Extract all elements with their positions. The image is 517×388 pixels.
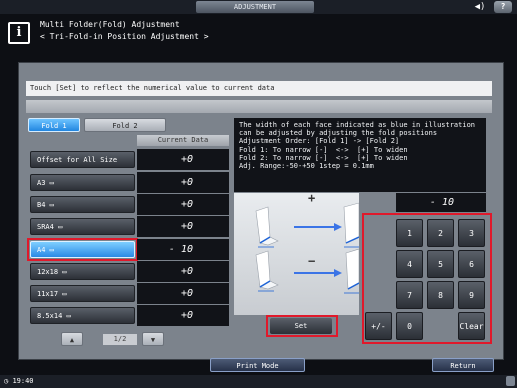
key-3[interactable]: 3 bbox=[458, 219, 485, 247]
current-value: +0 bbox=[137, 216, 229, 237]
page-up-button[interactable]: ▲ bbox=[61, 332, 83, 346]
size-button-offset-all[interactable]: Offset for All Size bbox=[30, 151, 135, 168]
clock-time: 19:40 bbox=[12, 377, 34, 385]
size-button-a4[interactable]: A4 ▭ bbox=[30, 241, 135, 258]
description-line: can be adjusted by adjusting the fold po… bbox=[239, 129, 438, 138]
clock: ◷ 19:40 bbox=[4, 376, 34, 387]
paper-landscape-icon: ▭ bbox=[58, 268, 67, 276]
instruction-text: Touch [Set] to reflect the numerical val… bbox=[26, 81, 492, 96]
adjustment-range: Adj. Range:-50-+50 1step = 0.1mm bbox=[239, 162, 374, 171]
separator-bar bbox=[26, 100, 492, 113]
key-plus-minus[interactable]: +/- bbox=[365, 312, 392, 340]
key-1[interactable]: 1 bbox=[396, 219, 423, 247]
current-value: +0 bbox=[137, 149, 229, 170]
key-5[interactable]: 5 bbox=[427, 250, 454, 278]
key-6[interactable]: 6 bbox=[458, 250, 485, 278]
fold-illustration bbox=[234, 193, 360, 315]
return-button[interactable]: Return bbox=[432, 358, 494, 372]
page-title: Multi Folder(Fold) Adjustment bbox=[40, 20, 180, 29]
input-value-display: - 10 bbox=[396, 193, 486, 212]
size-label: SRA4 bbox=[37, 223, 54, 231]
minus-sign: − bbox=[308, 254, 316, 268]
size-button-12x18[interactable]: 12x18 ▭ bbox=[30, 263, 135, 280]
description-line: Fold 2: To narrow [-] <-> [+] To widen bbox=[239, 153, 408, 162]
fold-diagram-icon bbox=[255, 202, 360, 294]
size-label: 12x18 bbox=[37, 268, 59, 276]
page-subtitle: < Tri-Fold-in Position Adjustment > bbox=[40, 32, 209, 41]
current-value: +0 bbox=[137, 283, 229, 304]
current-value: - 10 bbox=[137, 239, 229, 260]
size-button-sra4[interactable]: SRA4 ▭ bbox=[30, 218, 135, 235]
paper-landscape-icon: ▭ bbox=[45, 246, 54, 254]
info-icon: i bbox=[8, 22, 30, 44]
paper-landscape-icon: ▭ bbox=[53, 223, 63, 231]
description-line: The width of each face indicated as blue… bbox=[239, 121, 476, 129]
size-button-b4[interactable]: B4 ▭ bbox=[30, 196, 135, 213]
screen-title: ADJUSTMENT bbox=[196, 1, 314, 13]
set-button[interactable]: Set bbox=[270, 318, 332, 334]
plus-sign: + bbox=[308, 191, 316, 205]
current-value: +0 bbox=[137, 305, 229, 326]
key-2[interactable]: 2 bbox=[427, 219, 454, 247]
size-label: 11x17 bbox=[37, 290, 59, 298]
size-label: Offset for All Size bbox=[37, 156, 118, 164]
paper-landscape-icon: ▭ bbox=[45, 201, 54, 209]
help-button[interactable]: ? bbox=[494, 1, 512, 13]
corner-indicator bbox=[506, 376, 515, 386]
paper-landscape-icon: ▭ bbox=[45, 179, 54, 187]
size-label: 8.5x14 bbox=[37, 312, 63, 320]
key-8[interactable]: 8 bbox=[427, 281, 454, 309]
paper-landscape-icon: ▭ bbox=[62, 312, 71, 320]
print-mode-button[interactable]: Print Mode bbox=[210, 358, 305, 372]
tab-fold-1[interactable]: Fold 1 bbox=[28, 118, 80, 132]
key-9[interactable]: 9 bbox=[458, 281, 485, 309]
paper-landscape-icon: ▭ bbox=[58, 290, 67, 298]
current-value: +0 bbox=[137, 172, 229, 193]
size-button-11x17[interactable]: 11x17 ▭ bbox=[30, 285, 135, 302]
status-bar bbox=[0, 375, 517, 388]
description-box: The width of each face indicated as blue… bbox=[234, 118, 486, 192]
speaker-icon[interactable]: ◀) bbox=[474, 1, 486, 13]
current-value: +0 bbox=[137, 261, 229, 282]
key-4[interactable]: 4 bbox=[396, 250, 423, 278]
description-line: Fold 1: To narrow [-] <-> [+] To widen bbox=[239, 145, 408, 154]
page-indicator: 1/2 bbox=[103, 334, 137, 345]
description-line: Adjustment Order: [Fold 1] -> [Fold 2] bbox=[239, 137, 400, 146]
size-button-a3[interactable]: A3 ▭ bbox=[30, 174, 135, 191]
page-down-button[interactable]: ▼ bbox=[142, 332, 164, 346]
key-0[interactable]: 0 bbox=[396, 312, 423, 340]
key-7[interactable]: 7 bbox=[396, 281, 423, 309]
clear-button[interactable]: Clear bbox=[458, 312, 485, 340]
size-button-8-5x14[interactable]: 8.5x14 ▭ bbox=[30, 307, 135, 324]
tab-fold-2[interactable]: Fold 2 bbox=[84, 118, 166, 132]
current-value: +0 bbox=[137, 194, 229, 215]
current-data-header: Current Data bbox=[137, 135, 229, 146]
